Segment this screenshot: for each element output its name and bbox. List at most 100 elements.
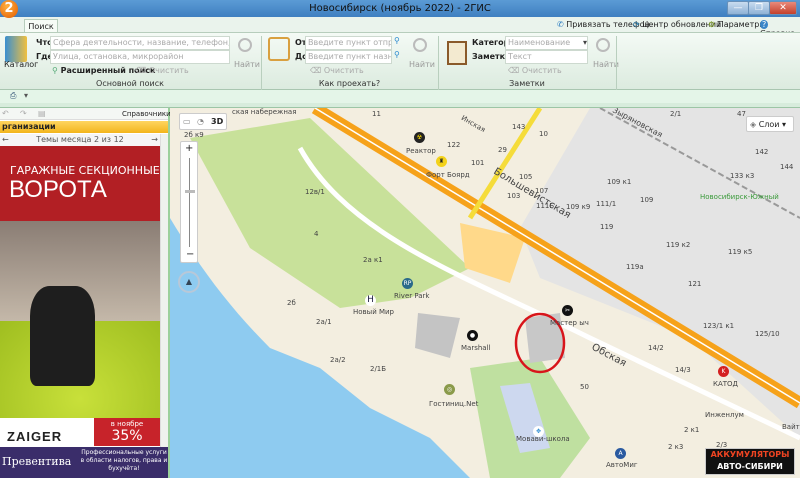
title-bar: Новосибирск (ноябрь 2022) - 2ГИС — ❐ ✕ — [0, 0, 800, 17]
print-icon[interactable]: ⎙ — [10, 91, 16, 101]
poi-label[interactable]: Вайт — [782, 423, 800, 431]
directories-dropdown[interactable]: Справочники — [122, 110, 171, 118]
automig-poi-icon[interactable]: A — [615, 448, 626, 459]
category-select[interactable]: Наименование ▾ — [505, 36, 588, 50]
themes-counter: ← Темы месяца 2 из 12 → — [0, 134, 160, 146]
marshall-poi-icon[interactable]: ● — [467, 330, 478, 341]
house-number: 107 — [535, 187, 549, 195]
next-icon[interactable]: → — [151, 134, 158, 146]
group-label-main-search: Основной поиск — [96, 79, 164, 88]
zoom-slider[interactable] — [189, 158, 190, 247]
house-number: 2а/2 — [330, 356, 346, 364]
banner-line2: АВТО-СИБИРИ — [717, 462, 783, 471]
close-button[interactable]: ✕ — [769, 1, 797, 15]
clear-search-button[interactable]: ⌫ Очистить — [135, 66, 189, 75]
fort-boyard-poi-icon[interactable]: ♜ — [436, 156, 447, 167]
maximize-button[interactable]: ❐ — [748, 1, 770, 15]
map-view[interactable]: ▭ ◔ 3D 2б к9 + − ▲ ◈ Слои ▾ Большевистск… — [170, 108, 800, 478]
note-input[interactable]: Текст — [505, 50, 588, 64]
house-number: 121 — [688, 280, 702, 288]
house-number: 119 к2 — [666, 241, 691, 249]
clear-notes-button[interactable]: ⌫ Очистить — [508, 66, 562, 75]
hotel-icon[interactable]: H — [365, 295, 376, 306]
poi-label[interactable]: КАТОД — [713, 380, 738, 388]
catalog-button[interactable]: Каталог — [4, 60, 38, 69]
pick-to-on-map-icon[interactable]: ⚲ — [394, 50, 400, 59]
category-value: Наименование — [508, 38, 571, 47]
house-number: 2а к1 — [363, 256, 383, 264]
minimize-button[interactable]: — — [727, 1, 749, 15]
poi-label[interactable]: Мастер ыч — [550, 319, 589, 327]
find-button[interactable]: Найти — [234, 60, 260, 69]
house-number: 2б — [287, 299, 296, 307]
house-number: 119а — [626, 263, 644, 271]
banner-line1: АККУМУЛЯТОРЫ — [710, 450, 790, 459]
search-icon — [596, 38, 610, 52]
window-title: Новосибирск (ноябрь 2022) - 2ГИС — [309, 3, 491, 14]
customize-dropdown-icon[interactable]: ▾ — [24, 91, 28, 100]
house-number: 2б к9 — [184, 131, 204, 139]
poi-label[interactable]: Marshall — [461, 344, 490, 352]
house-number: 2/1Б — [370, 365, 387, 373]
zoom-out-button[interactable]: − — [186, 249, 194, 260]
clear-route-button[interactable]: ⌫ Очистить — [310, 66, 364, 75]
eraser-icon: ⌫ — [508, 66, 520, 75]
dog-image — [30, 286, 95, 386]
ruler-icon[interactable]: ▭ — [183, 117, 191, 126]
station-label[interactable]: Новосибирск-Южный — [700, 193, 779, 201]
back-icon[interactable]: ↶ — [2, 109, 9, 118]
battery-ad-banner[interactable]: АККУМУЛЯТОРЫ АВТО-СИБИРИ — [705, 448, 795, 475]
zoom-slider-handle[interactable] — [185, 190, 195, 193]
signal-icon[interactable]: ◔ — [197, 117, 204, 126]
poi-label[interactable]: АвтоМиг — [606, 461, 638, 469]
ad-banner-gates[interactable]: ГАРАЖНЫЕ СЕКЦИОННЫЕ ВОРОТА ZAIGER в нояб… — [0, 146, 160, 446]
route-find-button[interactable]: Найти — [409, 60, 435, 69]
house-number: 103 — [507, 192, 521, 200]
poi-label[interactable]: Новый Мир — [353, 308, 394, 316]
pick-from-on-map-icon[interactable]: ⚲ — [394, 36, 400, 45]
map-canvas — [170, 108, 800, 478]
poi-label[interactable]: Форт Боярд — [426, 171, 470, 179]
clear-label: Очистить — [148, 66, 189, 75]
zoom-in-button[interactable]: + — [185, 143, 193, 154]
hostel-poi-icon[interactable]: ◎ — [444, 384, 455, 395]
left-panel: ↶ ↷ ▤ Справочники рганизации ← Темы меся… — [0, 108, 171, 478]
forward-icon[interactable]: ↷ — [20, 109, 27, 118]
house-number: 2а/1 — [316, 318, 332, 326]
reactor-poi-icon[interactable]: ☢ — [414, 132, 425, 143]
organizations-header[interactable]: рганизации — [0, 121, 168, 133]
preventiva-logo: Превентива — [2, 455, 72, 468]
prev-icon[interactable]: ← — [2, 134, 9, 146]
master-poi-icon[interactable]: ✂ — [562, 305, 573, 316]
list-icon[interactable]: ▤ — [38, 109, 46, 118]
building — [415, 313, 460, 358]
from-input[interactable]: Введите пункт отправления — [305, 36, 392, 50]
house-number: 2 к1 — [684, 426, 700, 434]
house-number: 47 — [737, 110, 746, 118]
layers-button[interactable]: ◈ Слои ▾ — [746, 116, 794, 132]
link-label: Параметры — [717, 20, 766, 29]
poi-label[interactable]: Реактор — [406, 147, 436, 155]
where-input[interactable]: Улица, остановка, микрорайон — [50, 50, 230, 64]
app-logo[interactable]: 2 — [0, 0, 18, 18]
compass-icon[interactable]: ▲ — [178, 271, 200, 293]
3d-toggle[interactable]: 3D — [211, 117, 223, 126]
poi-label[interactable]: Мовави-школа — [516, 435, 570, 443]
refresh-icon: ⟳ — [633, 20, 640, 29]
house-number: 4 — [314, 230, 319, 238]
house-number: 11 — [372, 110, 381, 118]
group-label-route: Как проехать? — [318, 79, 381, 88]
river-park-poi-icon[interactable]: RP — [402, 278, 413, 289]
katod-poi-icon[interactable]: K — [718, 366, 729, 377]
ad-banner-preventiva[interactable]: Превентива Профессиональные услуги в обл… — [0, 447, 168, 478]
what-input[interactable]: Сфера деятельности, название, телефон, м… — [50, 36, 230, 50]
to-input[interactable]: Введите пункт назначения — [305, 50, 392, 64]
poi-label[interactable]: Инженлум — [705, 411, 744, 419]
link-settings[interactable]: ⚙ Параметры — [708, 20, 766, 29]
poi-label[interactable]: Гостиниц.Net — [429, 400, 478, 408]
panel-scrollbar[interactable] — [160, 134, 168, 478]
phone-icon: ✆ — [557, 20, 564, 29]
help-icon: ? — [760, 20, 769, 29]
poi-label[interactable]: River Park — [394, 292, 430, 300]
tab-search[interactable]: Поиск — [24, 19, 58, 33]
